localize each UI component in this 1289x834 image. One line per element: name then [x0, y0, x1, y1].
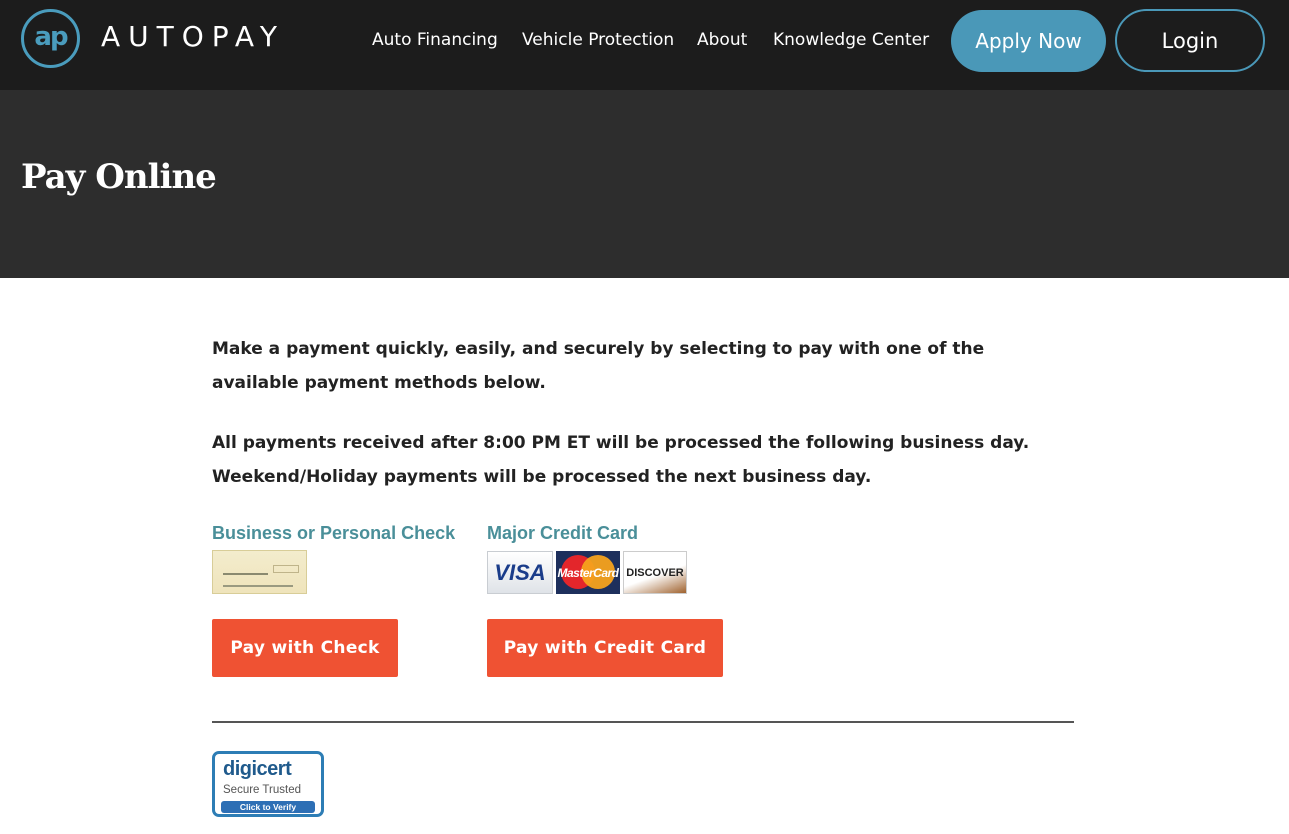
autopay-logo-icon[interactable]: ap	[21, 9, 80, 68]
check-image	[212, 550, 307, 594]
pay-with-check-button[interactable]: Pay with Check	[212, 619, 398, 677]
discover-logo-icon: DISCOVER	[623, 551, 687, 594]
processing-notice: All payments received after 8:00 PM ET w…	[212, 433, 1030, 487]
nav-about[interactable]: About	[697, 30, 747, 50]
mastercard-label: MasterCard	[557, 565, 619, 580]
digicert-name: digicert	[223, 758, 292, 780]
logo-mark-text: ap	[34, 21, 68, 52]
digicert-seal[interactable]: digicert Secure Trusted Click to Verify	[212, 751, 324, 817]
mastercard-logo-icon: MasterCard	[556, 551, 620, 594]
credit-card-method-label: Major Credit Card	[487, 523, 639, 543]
digicert-verify-link[interactable]: Click to Verify	[221, 801, 315, 813]
credit-card-logos: VISA MasterCard DISCOVER	[487, 551, 688, 594]
nav-knowledge-center[interactable]: Knowledge Center	[773, 30, 929, 50]
check-method-label: Business or Personal Check	[212, 523, 456, 543]
digicert-subtitle: Secure Trusted	[223, 784, 301, 796]
nav-vehicle-protection[interactable]: Vehicle Protection	[522, 30, 674, 50]
pay-with-credit-card-button[interactable]: Pay with Credit Card	[487, 619, 723, 677]
intro-text: Make a payment quickly, easily, and secu…	[212, 339, 985, 393]
section-divider	[212, 721, 1074, 723]
top-navigation-bar: ap AUTOPAY Auto Financing Vehicle Protec…	[0, 0, 1289, 90]
logo-wordmark[interactable]: AUTOPAY	[101, 20, 285, 53]
nav-auto-financing[interactable]: Auto Financing	[372, 30, 498, 50]
visa-logo-icon: VISA	[487, 551, 553, 594]
login-button[interactable]: Login	[1115, 9, 1265, 72]
page-banner: Pay Online	[0, 90, 1289, 278]
page-title: Pay Online	[21, 157, 217, 197]
apply-now-button[interactable]: Apply Now	[951, 10, 1106, 72]
